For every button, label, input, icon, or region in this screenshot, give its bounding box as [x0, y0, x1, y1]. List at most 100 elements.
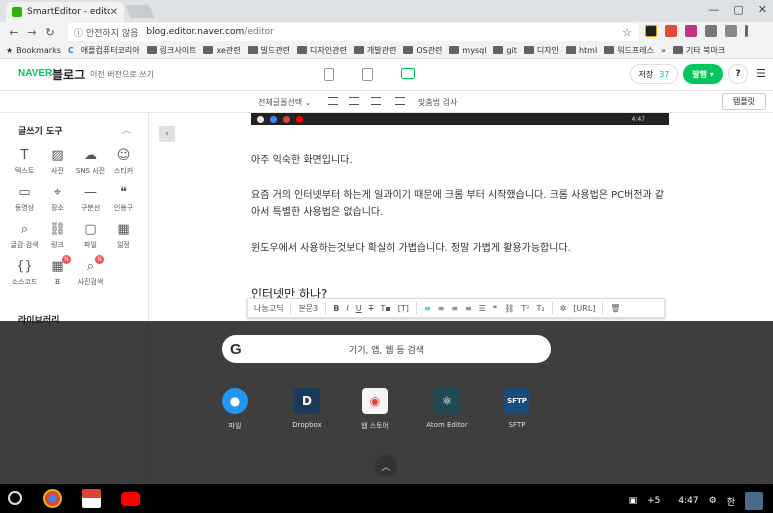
youtube-icon[interactable]: [121, 492, 140, 506]
tool-7[interactable]: ❝ 인용구: [107, 184, 140, 213]
quote-icon[interactable]: ❝: [493, 304, 497, 313]
align-right-icon[interactable]: ≡: [451, 304, 458, 313]
security-info[interactable]: ⓘ 안전하지 않음: [74, 26, 138, 39]
bold-icon[interactable]: B: [333, 304, 339, 313]
launcher-app[interactable]: ◉ 웹 스토어: [345, 388, 405, 431]
spell-check-button[interactable]: 맞춤법 검사: [418, 97, 457, 108]
new-tab-button[interactable]: [125, 5, 155, 18]
bookmark-item[interactable]: ★ Bookmarks: [6, 46, 61, 55]
tool-5[interactable]: ⌖ 장소: [41, 184, 74, 213]
bookmark-folder[interactable]: 워드프레스: [604, 45, 654, 56]
bookmark-item[interactable]: 애플컴퓨터코리아: [81, 45, 140, 56]
tool-0[interactable]: T 텍스트: [8, 147, 41, 176]
chevron-up-icon[interactable]: ︿: [122, 123, 131, 136]
special-char-icon[interactable]: ✲: [560, 304, 567, 313]
bookmark-folder[interactable]: 개발관련: [353, 45, 396, 56]
align-justify-icon[interactable]: [395, 97, 405, 105]
more-menu-icon[interactable]: [745, 25, 748, 37]
bookmark-item[interactable]: C: [68, 46, 74, 55]
menu-icon[interactable]: ☰: [756, 67, 766, 80]
instagram-icon[interactable]: [685, 25, 697, 37]
bookmark-folder[interactable]: 빌드관련: [247, 45, 290, 56]
help-button[interactable]: ?: [728, 64, 748, 84]
tool-4[interactable]: ▭ 동영상: [8, 184, 41, 213]
extension-icon[interactable]: [725, 25, 737, 37]
bookmark-folder[interactable]: OS관련: [403, 45, 442, 56]
text-background-icon[interactable]: [T]: [398, 304, 409, 313]
gmail-icon[interactable]: [82, 489, 101, 508]
tool-11[interactable]: ▦ 일정: [107, 221, 140, 250]
paragraph[interactable]: 요즘 거의 인터넷부터 하는게 일과이기 때문에 크롬 부터 시작했습니다. 크…: [251, 187, 671, 221]
tool-3[interactable]: ☺ 스티커: [107, 147, 140, 176]
link-icon[interactable]: ⛓: [504, 304, 514, 313]
naver-logo[interactable]: NAVER: [18, 68, 52, 79]
prev-version-link[interactable]: 이전 버전으로 쓰기: [90, 69, 154, 80]
chrome-icon[interactable]: [43, 489, 62, 508]
bookmark-folder[interactable]: git: [493, 46, 517, 55]
underline-icon[interactable]: U: [356, 304, 362, 313]
align-left-icon[interactable]: [328, 97, 338, 105]
expand-launcher-icon[interactable]: ︿: [375, 455, 397, 477]
align-right-icon[interactable]: [371, 97, 381, 105]
font-size-select[interactable]: 본문3: [298, 303, 318, 314]
font-select[interactable]: 전체글꼴선택 ⌄: [258, 97, 311, 108]
tool-9[interactable]: ⛓ 링크: [41, 221, 74, 250]
launcher-app[interactable]: ⚛ Atom Editor: [417, 388, 477, 429]
bookmark-folder[interactable]: 디자인관련: [297, 45, 347, 56]
align-center-icon[interactable]: [349, 97, 359, 105]
delete-icon[interactable]: 🗑: [610, 304, 620, 313]
pc-view-icon[interactable]: [401, 68, 415, 79]
template-button[interactable]: 템플릿: [722, 93, 766, 110]
tool-1[interactable]: ▨ 사진: [41, 147, 74, 176]
tool-12[interactable]: {} 소스코드: [8, 258, 41, 287]
superscript-icon[interactable]: T²: [521, 304, 529, 313]
bookmark-folder[interactable]: xe관련: [203, 45, 241, 56]
forward-icon[interactable]: →: [24, 26, 40, 39]
launcher-button[interactable]: [8, 491, 22, 505]
close-tab-icon[interactable]: ✕: [110, 7, 118, 18]
close-window-icon[interactable]: ✕: [758, 3, 767, 16]
mobile-view-icon[interactable]: [324, 68, 334, 81]
tool-2[interactable]: ☁ SNS 사진: [74, 147, 107, 176]
tool-10[interactable]: ▢ 파일: [74, 221, 107, 250]
align-justify-icon[interactable]: ≡: [465, 304, 472, 313]
tablet-view-icon[interactable]: [362, 68, 373, 81]
minimize-icon[interactable]: —: [708, 3, 719, 16]
paragraph[interactable]: 윈도우에서 사용하는것보다 확실히 가볍습니다. 정말 가볍게 활용가능합니다.: [251, 240, 671, 257]
bookmarks-overflow[interactable]: »: [661, 46, 666, 55]
align-left-icon[interactable]: ≡: [424, 304, 431, 313]
browser-tab[interactable]: SmartEditor - editor ✕: [6, 2, 124, 22]
bookmark-folder[interactable]: 디자인: [523, 45, 559, 56]
tool-6[interactable]: — 구분선: [74, 184, 107, 213]
publish-button[interactable]: 발행 ▾: [683, 64, 723, 84]
extension-icon[interactable]: [705, 25, 717, 37]
tool-14[interactable]: ⌕ 사진검색 N: [74, 255, 107, 287]
other-bookmarks[interactable]: 기타 북마크: [672, 45, 725, 56]
launcher-search-box[interactable]: G 기기, 앱, 웹 등 검색: [222, 335, 551, 363]
blog-logo[interactable]: 블로그: [52, 66, 85, 83]
maximize-icon[interactable]: ▢: [733, 3, 743, 16]
launcher-app[interactable]: SFTP SFTP: [487, 388, 547, 429]
align-center-icon[interactable]: ≡: [438, 304, 445, 313]
bookmark-star-icon[interactable]: ☆: [622, 26, 632, 39]
tool-8[interactable]: ⌕ 글감 검색: [8, 221, 41, 250]
address-bar[interactable]: ⓘ 안전하지 않음 blog.editor.naver.com/editor ☆: [68, 23, 638, 41]
collapse-sidebar-icon[interactable]: ‹: [159, 126, 175, 142]
status-tray[interactable]: ▣ +5 4:47 ⚙ 한: [629, 492, 763, 510]
save-button[interactable]: 저장 37: [630, 64, 678, 84]
italic-icon[interactable]: I: [346, 304, 348, 313]
extension-icon[interactable]: [645, 25, 657, 37]
text-color-icon[interactable]: T▪: [380, 304, 390, 313]
back-icon[interactable]: ←: [6, 26, 22, 39]
bookmark-folder[interactable]: html: [565, 46, 597, 55]
extension-icon[interactable]: [665, 25, 677, 37]
strikethrough-icon[interactable]: T: [369, 304, 374, 313]
bookmark-folder[interactable]: mysql: [449, 46, 486, 55]
user-avatar[interactable]: [745, 492, 763, 510]
bookmark-folder[interactable]: 링크사이트: [146, 45, 196, 56]
url-icon[interactable]: [URL]: [573, 304, 595, 313]
list-icon[interactable]: ☰: [479, 304, 486, 313]
reload-icon[interactable]: ↻: [42, 26, 58, 39]
subscript-icon[interactable]: T₂: [536, 304, 544, 313]
font-family-select[interactable]: 나눔고딕: [254, 303, 283, 314]
